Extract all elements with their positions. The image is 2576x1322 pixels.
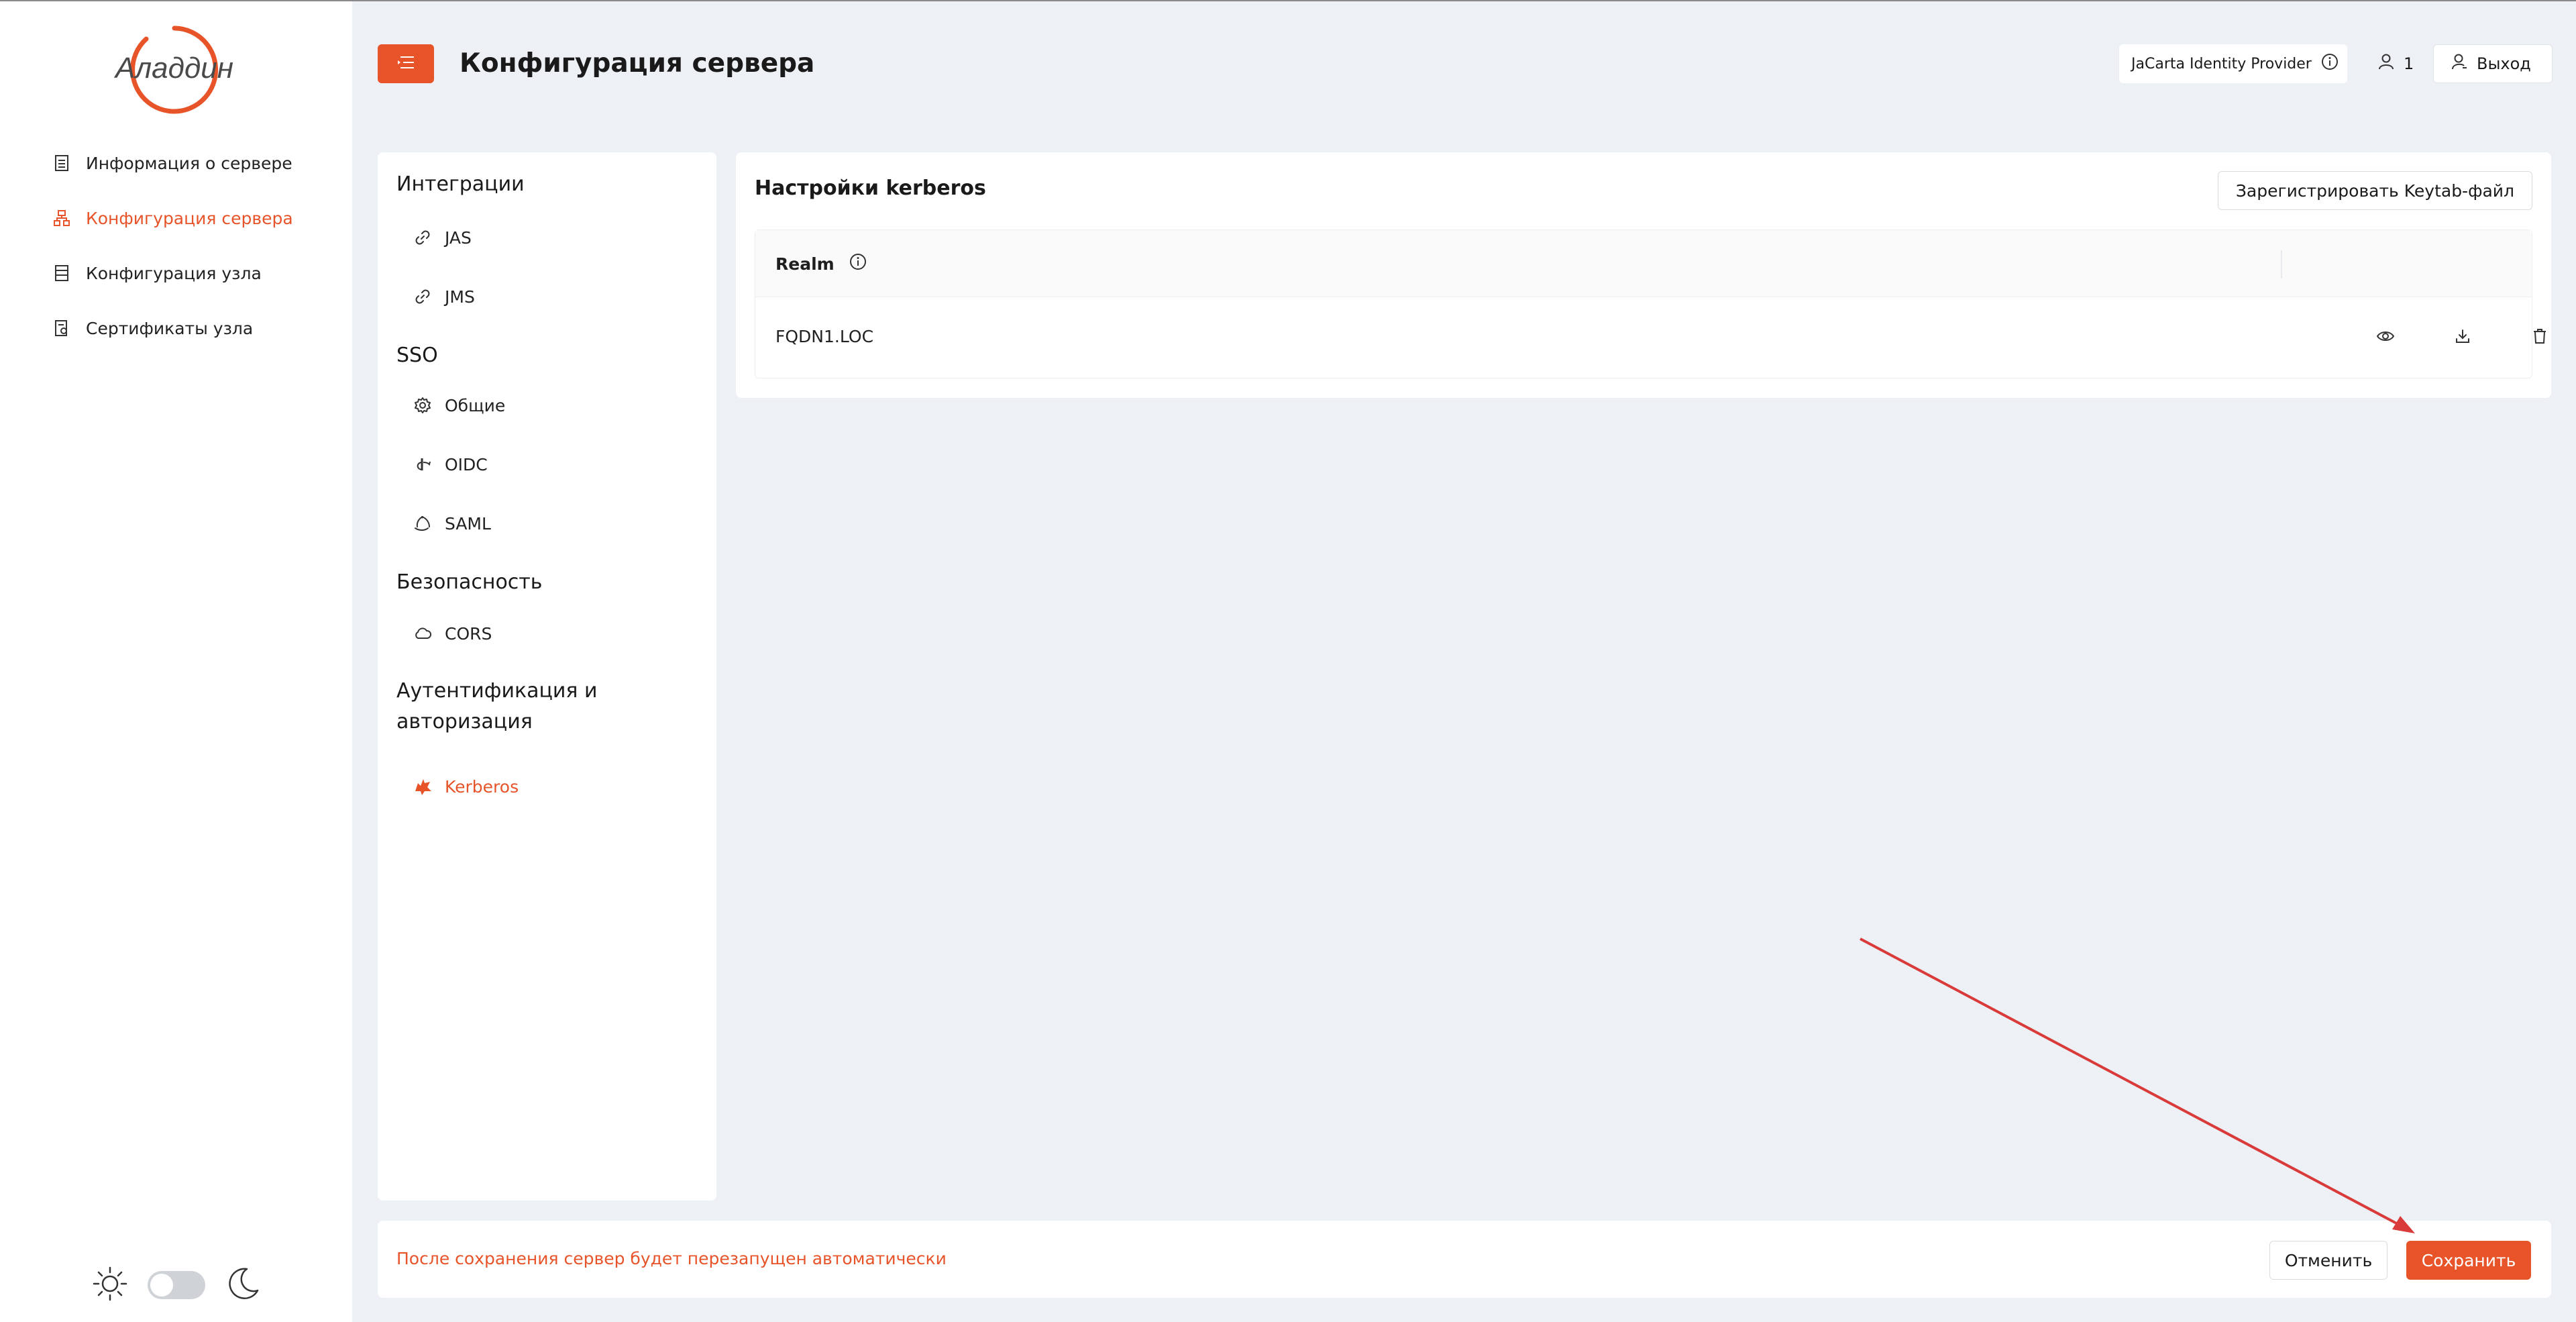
save-bar: После сохранения сервер будет перезапуще… [378,1221,2551,1298]
link-icon [413,287,433,307]
menu-item-jms[interactable]: JMS [413,287,475,307]
info-icon[interactable] [2321,53,2339,74]
column-label: Realm [775,254,835,274]
menu-item-label: OIDC [445,454,488,474]
menu-item-jas[interactable]: JAS [413,227,472,248]
section-security: Безопасность [396,570,543,594]
cancel-button[interactable]: Отменить [2269,1241,2387,1280]
view-button[interactable] [2372,324,2399,351]
info-icon[interactable] [849,253,867,274]
sidebar: Аладдин Информация о сервере Конфигураци… [0,1,352,1322]
logo-text: Аладдин [113,52,233,85]
sun-icon[interactable] [91,1265,129,1305]
certificate-icon [52,319,71,338]
settings-menu: Интеграции JAS JMS SSO Общие OIDC SAML Б… [378,152,716,1201]
menu-icon [396,55,415,72]
sidebar-item-server-info[interactable]: Информация о сервере [52,136,293,191]
sidebar-item-node-certificates[interactable]: Сертификаты узла [52,301,293,356]
section-integrations: Интеграции [396,172,525,196]
eye-icon [2376,329,2395,346]
menu-toggle-button[interactable] [378,44,434,83]
save-button[interactable]: Сохранить [2406,1241,2531,1280]
logout-icon [2451,53,2467,74]
menu-item-label: CORS [445,623,492,644]
gear-icon [413,395,433,415]
page-header: Конфигурация сервера JaCarta Identity Pr… [352,1,2576,128]
cloud-icon [413,623,433,644]
card-title: Настройки kerberos [755,176,986,200]
user-count[interactable]: 1 [2363,44,2421,83]
theme-switcher [91,1265,262,1305]
menu-item-cors[interactable]: CORS [413,623,492,644]
page-title: Конфигурация сервера [460,48,815,79]
table-header: Realm [755,230,2532,297]
theme-toggle[interactable] [148,1271,205,1299]
idp-label: JaCarta Identity Provider [2131,55,2312,72]
toggle-knob [150,1274,173,1296]
sidebar-item-label: Информация о сервере [86,153,292,173]
realm-cell: FQDN1.LOC [775,327,874,346]
restart-warning: После сохранения сервер будет перезапуще… [396,1249,947,1268]
idp-badge[interactable]: JaCarta Identity Provider [2119,44,2347,83]
menu-item-label: SAML [445,513,491,533]
menu-item-label: Общие [445,395,506,415]
moon-icon[interactable] [224,1265,262,1305]
menu-item-label: Kerberos [445,776,519,797]
download-button[interactable] [2449,324,2476,351]
sidebar-nav: Информация о сервере Конфигурация сервер… [52,136,293,356]
kerberos-settings-card: Настройки kerberos Зарегистрировать Keyt… [736,152,2551,398]
aladdin-logo[interactable]: Аладдин [107,16,241,117]
link-icon [413,227,433,248]
saml-icon [413,513,433,533]
delete-button[interactable] [2526,324,2553,351]
column-header-realm: Realm [775,253,867,274]
logout-button[interactable]: Выход [2433,44,2553,83]
table-row: FQDN1.LOC [755,297,2546,378]
trash-icon [2532,328,2547,347]
server-info-icon [52,154,71,172]
user-count-value: 1 [2404,54,2414,73]
sidebar-item-server-config[interactable]: Конфигурация сервера [52,191,293,246]
logout-label: Выход [2477,54,2531,73]
section-sso: SSO [396,344,438,367]
menu-item-label: JAS [445,227,472,248]
menu-item-kerberos[interactable]: Kerberos [413,776,519,797]
kerberos-icon [413,776,433,797]
user-icon [2378,53,2394,74]
node-config-icon [52,264,71,283]
menu-item-general[interactable]: Общие [413,395,505,415]
column-divider [2281,250,2282,278]
download-icon [2455,328,2471,347]
sidebar-item-label: Конфигурация сервера [86,208,293,228]
section-auth: Аутентификация и авторизация [396,679,598,733]
realm-table: Realm FQDN1.LOC [755,230,2546,378]
openid-icon [413,454,433,474]
menu-item-oidc[interactable]: OIDC [413,454,488,474]
register-keytab-button[interactable]: Зарегистрировать Keytab-файл [2217,171,2532,210]
menu-item-label: JMS [445,287,475,307]
server-config-icon [52,209,71,227]
sidebar-item-label: Конфигурация узла [86,263,262,283]
menu-item-saml[interactable]: SAML [413,513,491,533]
sidebar-item-label: Сертификаты узла [86,318,254,338]
sidebar-item-node-config[interactable]: Конфигурация узла [52,246,293,301]
